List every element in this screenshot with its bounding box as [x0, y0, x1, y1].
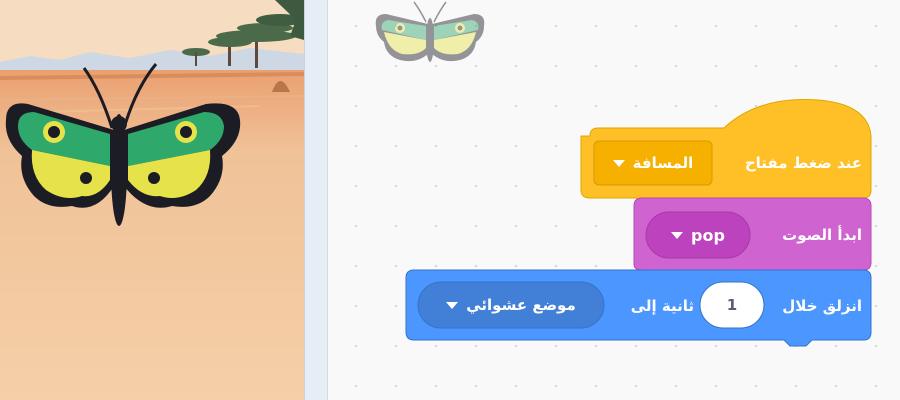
stage-divider[interactable]: [304, 0, 328, 400]
dropdown-arrow-icon: [612, 159, 625, 167]
stage[interactable]: [0, 0, 304, 400]
sound-value: pop: [691, 225, 725, 245]
start-sound-label: ابدأ الصوت: [782, 226, 862, 244]
savanna-backdrop: [0, 0, 304, 400]
seconds-value[interactable]: 1: [700, 282, 764, 328]
key-value: المسافة: [632, 154, 694, 172]
code-workspace[interactable]: عند ضغط مفتاح المسافة ابدأ الصوت pop انز…: [328, 0, 900, 400]
glide-label-mid: ثانية إلى: [630, 297, 694, 315]
target-dropdown-value[interactable]: موضع عشوائي: [418, 282, 604, 328]
dropdown-arrow-icon: [446, 301, 459, 309]
script-blocks: [405, 99, 872, 347]
target-value: موضع عشوائي: [466, 296, 576, 314]
key-dropdown-value[interactable]: المسافة: [594, 141, 712, 185]
when-key-pressed-label: عند ضغط مفتاح: [744, 154, 862, 172]
glide-label-start: انزلق خلال: [782, 297, 862, 315]
sound-dropdown-value[interactable]: pop: [646, 212, 750, 258]
dropdown-arrow-icon: [671, 231, 684, 239]
